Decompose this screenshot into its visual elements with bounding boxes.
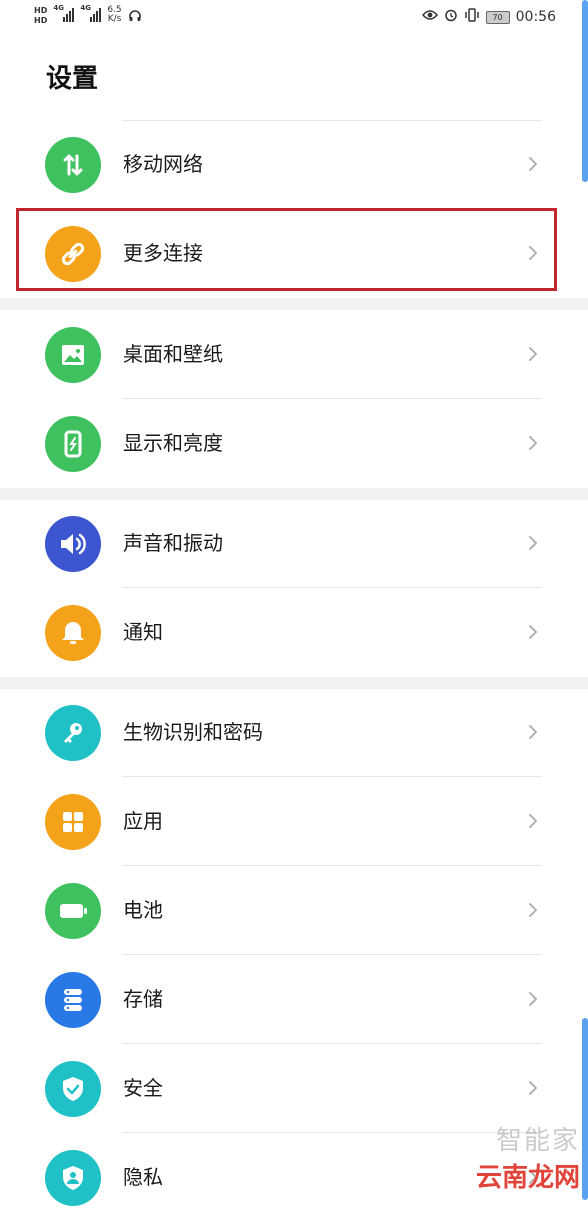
settings-item-label: 隐私 bbox=[123, 1165, 163, 1189]
highlight-box bbox=[16, 208, 557, 291]
status-bar: HD HD 4G 4G 6.5 K/s 70 00:56 bbox=[0, 0, 588, 36]
picture-icon bbox=[45, 327, 101, 383]
chevron-right-icon bbox=[529, 903, 537, 917]
net-speed: 6.5 K/s bbox=[107, 6, 121, 24]
settings-item-home-wallpaper[interactable]: 桌面和壁纸 bbox=[0, 310, 588, 399]
clock: 00:56 bbox=[515, 9, 556, 25]
key-icon bbox=[45, 705, 101, 761]
page-title: 设置 bbox=[46, 64, 99, 94]
phone-brightness-icon bbox=[45, 416, 101, 472]
battery-icon bbox=[45, 883, 101, 939]
section-gap bbox=[0, 298, 588, 310]
chevron-right-icon bbox=[529, 436, 537, 450]
chevron-right-icon bbox=[529, 625, 537, 639]
settings-item-label: 声音和振动 bbox=[123, 531, 223, 555]
apps-grid-icon bbox=[45, 794, 101, 850]
hd-label-2: HD bbox=[34, 16, 48, 25]
scrollbar-indicator-bottom[interactable] bbox=[582, 1018, 588, 1200]
speaker-icon bbox=[45, 516, 101, 572]
alarm-icon bbox=[444, 8, 458, 26]
settings-item-storage[interactable]: 存储 bbox=[0, 955, 588, 1044]
watermark-line-2: 云南龙网 bbox=[475, 1163, 580, 1193]
signal-icon-1: 4G bbox=[53, 4, 75, 22]
settings-item-notifications[interactable]: 通知 bbox=[0, 588, 588, 677]
chevron-right-icon bbox=[529, 725, 537, 739]
settings-item-label: 移动网络 bbox=[123, 152, 203, 176]
hd-indicators: HD HD bbox=[34, 6, 47, 26]
storage-icon bbox=[45, 972, 101, 1028]
swap-arrows-icon bbox=[45, 137, 101, 193]
headset-icon bbox=[128, 8, 142, 27]
eye-comfort-icon bbox=[421, 9, 438, 25]
watermark: 智能家 云南龙网 bbox=[476, 1120, 580, 1194]
status-left: HD HD 4G 4G 6.5 K/s bbox=[34, 4, 142, 27]
chevron-right-icon bbox=[529, 536, 537, 550]
settings-item-mobile-network[interactable]: 移动网络 bbox=[0, 120, 588, 209]
settings-item-label: 生物识别和密码 bbox=[123, 720, 263, 744]
battery-indicator: 70 bbox=[485, 10, 510, 24]
settings-item-biometrics-password[interactable]: 生物识别和密码 bbox=[0, 688, 588, 777]
settings-item-label: 安全 bbox=[123, 1076, 163, 1100]
signal-icon-2: 4G bbox=[80, 4, 102, 22]
watermark-line-1: 智能家 bbox=[495, 1126, 580, 1156]
settings-item-label: 存储 bbox=[123, 987, 163, 1011]
settings-item-label: 通知 bbox=[123, 620, 163, 644]
settings-item-label: 桌面和壁纸 bbox=[123, 342, 223, 366]
hd-label-1: HD bbox=[34, 6, 48, 15]
chevron-right-icon bbox=[529, 992, 537, 1006]
privacy-shield-icon bbox=[45, 1150, 101, 1206]
chevron-right-icon bbox=[529, 814, 537, 828]
chevron-right-icon bbox=[529, 1081, 537, 1095]
vibrate-icon bbox=[464, 8, 480, 26]
net-speed-unit: K/s bbox=[107, 14, 122, 24]
settings-item-label: 显示和亮度 bbox=[123, 431, 223, 455]
settings-item-label: 应用 bbox=[123, 809, 163, 833]
settings-item-sound-vibration[interactable]: 声音和振动 bbox=[0, 499, 588, 588]
settings-item-display-brightness[interactable]: 显示和亮度 bbox=[0, 399, 588, 488]
chevron-right-icon bbox=[529, 347, 537, 361]
network-type-2: 4G bbox=[80, 4, 91, 12]
bell-icon bbox=[45, 605, 101, 661]
network-type-1: 4G bbox=[53, 4, 64, 12]
shield-check-icon bbox=[45, 1061, 101, 1117]
status-right: 70 00:56 bbox=[421, 8, 556, 26]
settings-item-label: 电池 bbox=[123, 898, 163, 922]
chevron-right-icon bbox=[529, 157, 537, 171]
settings-item-battery[interactable]: 电池 bbox=[0, 866, 588, 955]
settings-item-apps[interactable]: 应用 bbox=[0, 777, 588, 866]
